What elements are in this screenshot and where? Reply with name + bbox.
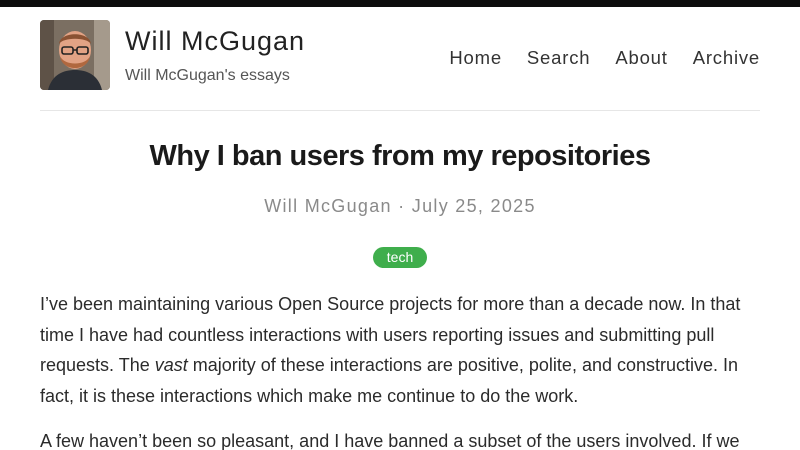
nav-archive-link[interactable]: Archive: [693, 47, 760, 69]
tag-list: tech: [0, 247, 800, 268]
author-photo-icon: [40, 20, 110, 90]
site-title[interactable]: Will McGugan: [125, 26, 305, 57]
post-title: Why I ban users from my repositories: [149, 140, 651, 172]
avatar[interactable]: [40, 20, 110, 90]
post-meta: Will McGugan · July 25, 2025: [0, 196, 800, 217]
nav-search-link[interactable]: Search: [527, 47, 590, 69]
site-header: Will McGugan Will McGugan's essays Home …: [40, 20, 760, 111]
paragraph: A few haven’t been so pleasant, and I ha…: [40, 431, 740, 450]
post-author: Will McGugan: [264, 196, 392, 216]
top-bar: [0, 0, 800, 7]
nav-about-link[interactable]: About: [615, 47, 667, 69]
paragraph: I’ve been maintaining various Open Sourc…: [40, 289, 760, 411]
meta-separator: ·: [398, 196, 406, 216]
main-nav: Home Search About Archive: [449, 47, 760, 69]
post-date: July 25, 2025: [411, 196, 536, 216]
nav-home-link[interactable]: Home: [449, 47, 502, 69]
emphasis-text: vast: [154, 355, 188, 375]
tag-tech[interactable]: tech: [372, 247, 428, 268]
site-subtitle: Will McGugan's essays: [125, 67, 290, 84]
post-body: I’ve been maintaining various Open Sourc…: [40, 289, 760, 450]
